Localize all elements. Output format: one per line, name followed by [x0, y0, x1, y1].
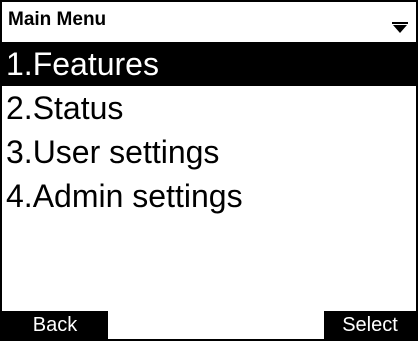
menu-item-label: 1.Features	[6, 46, 159, 82]
select-softkey-label: Select	[342, 314, 398, 336]
menu-item-label: 4.Admin settings	[6, 178, 243, 214]
menu-item-features[interactable]: 1.Features	[2, 42, 416, 86]
back-softkey[interactable]: Back	[2, 311, 108, 339]
select-softkey[interactable]: Select	[324, 311, 416, 339]
back-softkey-label: Back	[32, 314, 78, 336]
main-menu-list: 1.Features 2.Status 3.User settings 4.Ad…	[2, 42, 416, 218]
menu-item-label: 2.Status	[6, 90, 124, 126]
phone-display: Main Menu 1.Features 2.Status 3.User set…	[0, 0, 418, 341]
scroll-down-arrow-icon	[392, 21, 408, 33]
page-title: Main Menu	[8, 9, 107, 30]
menu-item-user-settings[interactable]: 3.User settings	[2, 130, 416, 174]
menu-item-label: 3.User settings	[6, 134, 220, 170]
menu-item-status[interactable]: 2.Status	[2, 86, 416, 130]
menu-header: Main Menu	[2, 2, 416, 40]
menu-item-admin-settings[interactable]: 4.Admin settings	[2, 174, 416, 218]
